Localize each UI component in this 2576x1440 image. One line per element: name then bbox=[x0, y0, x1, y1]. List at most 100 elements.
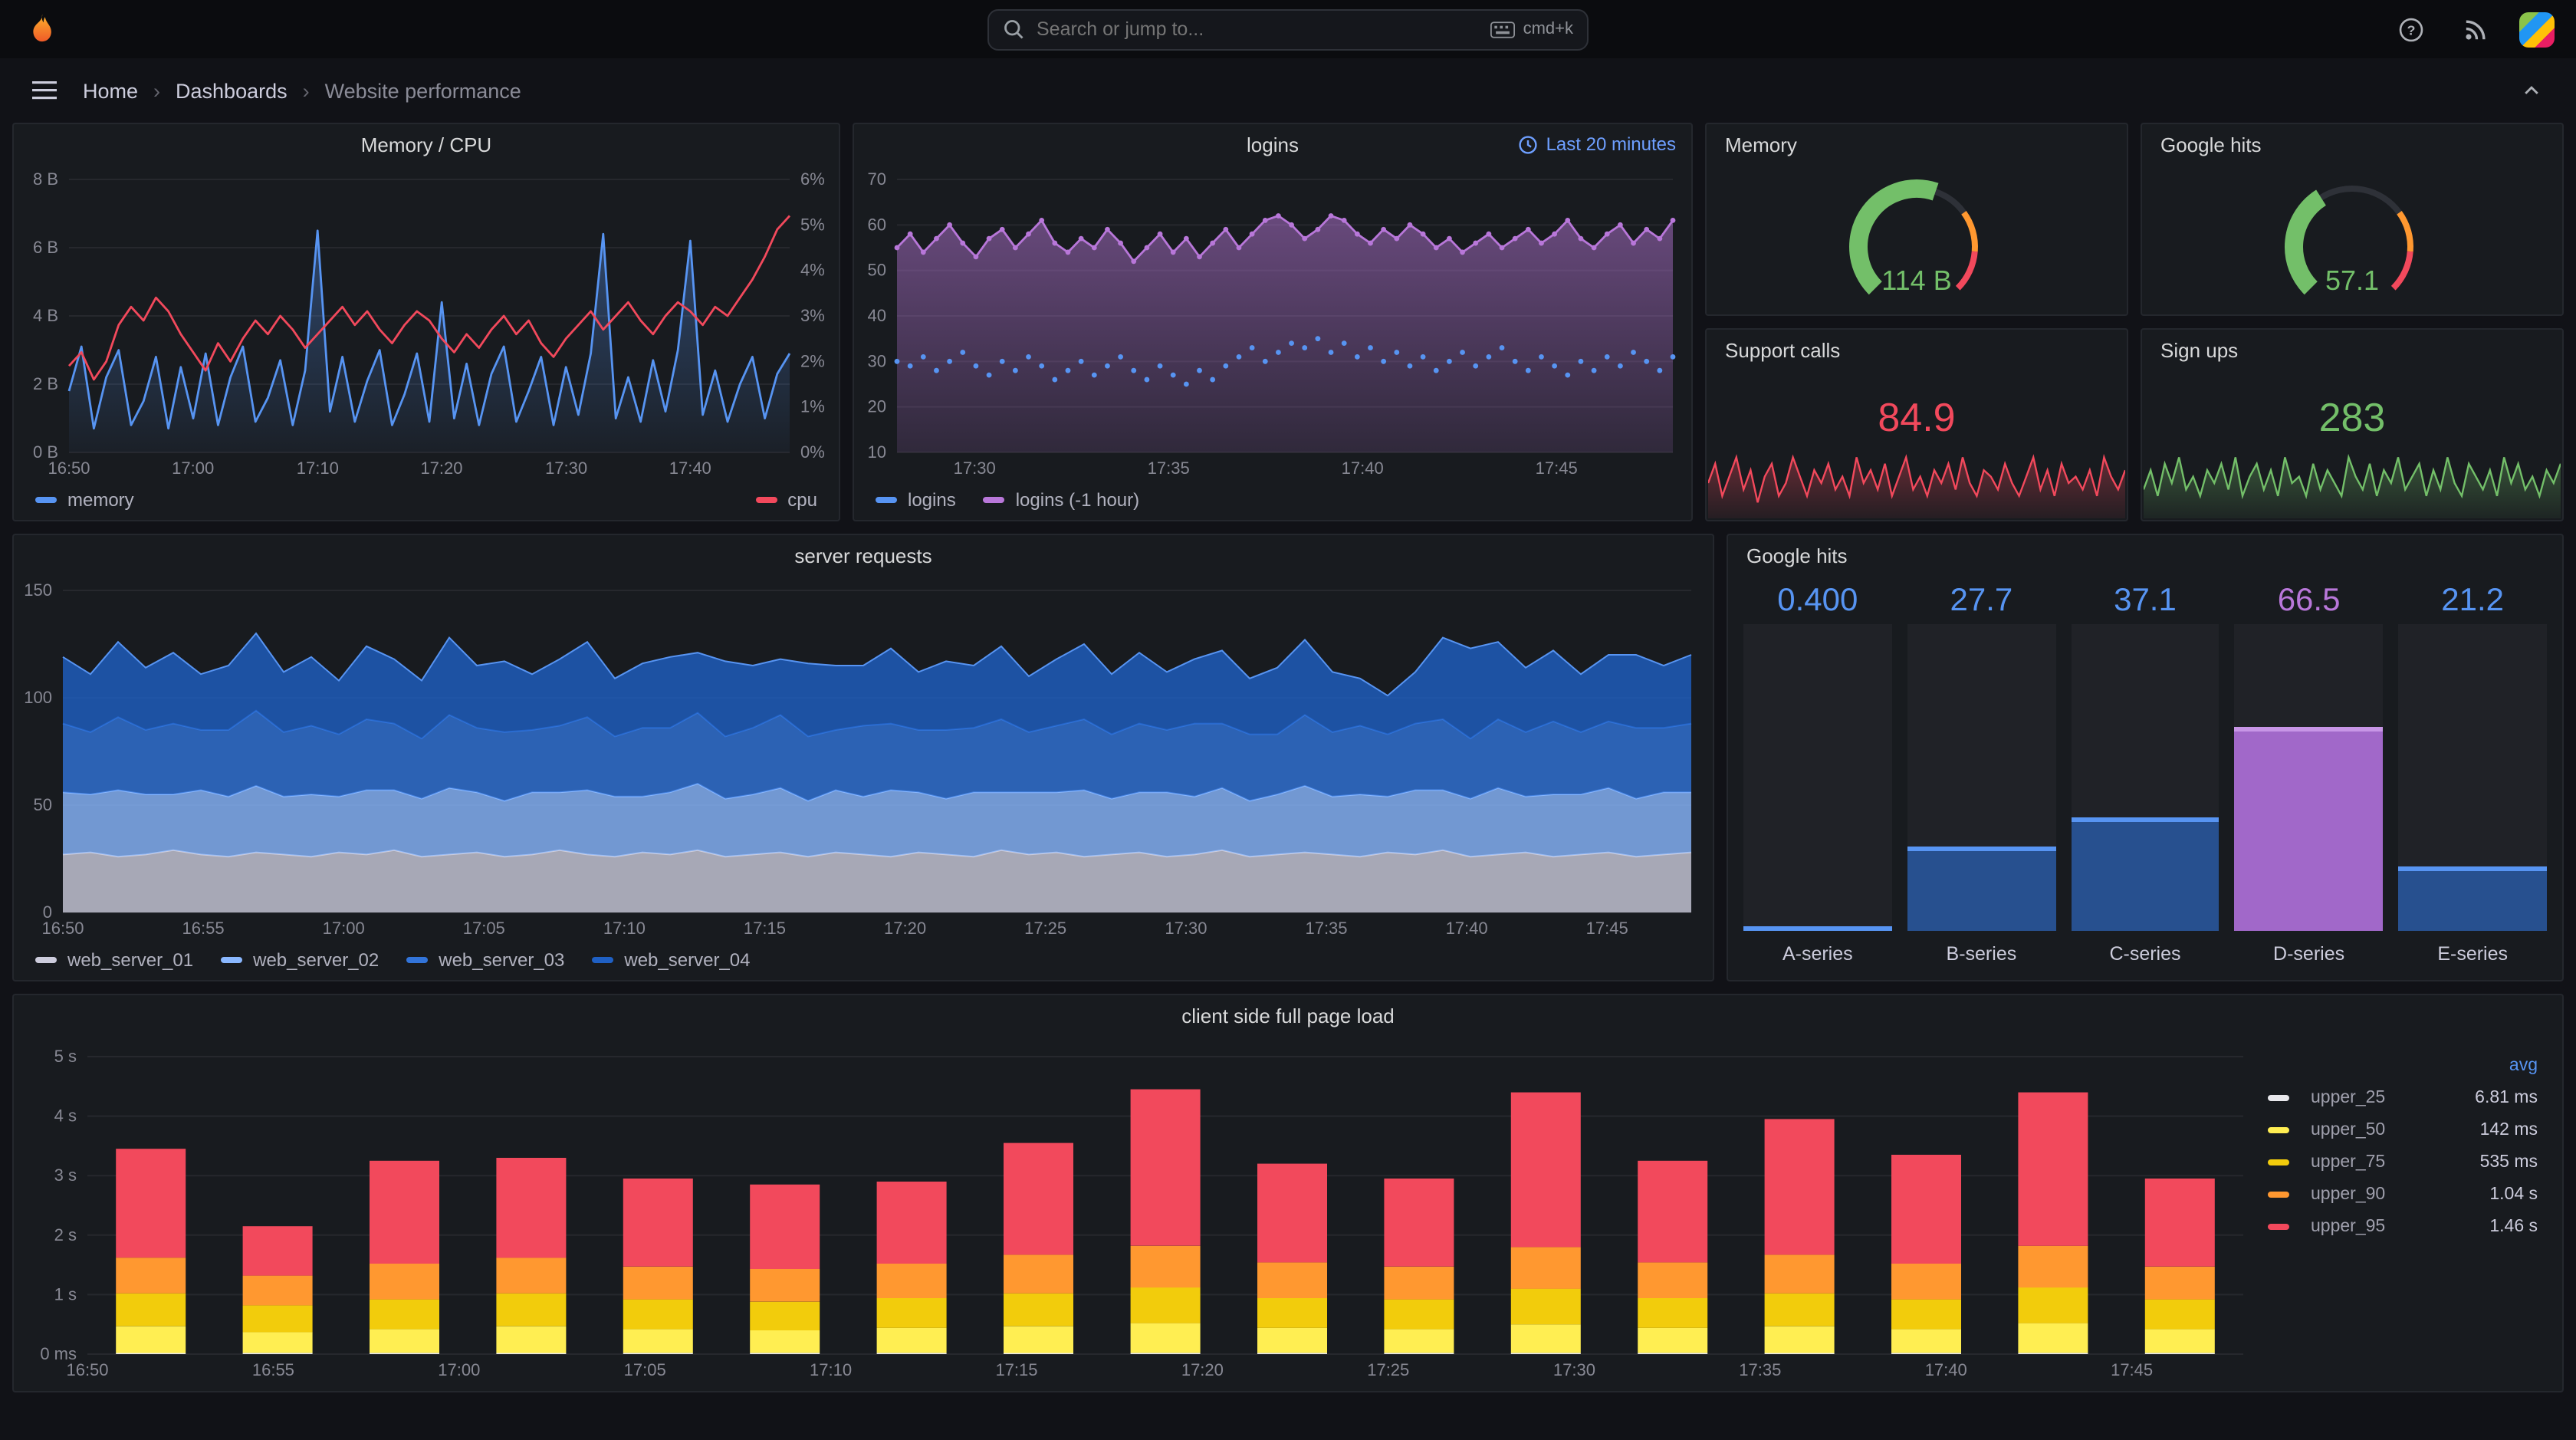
chevron-up-icon[interactable] bbox=[2512, 71, 2551, 110]
legend-item-upper-75[interactable]: upper_75 535 ms bbox=[2268, 1146, 2538, 1178]
legend-item-memory[interactable]: memory bbox=[35, 489, 134, 511]
menu-toggle-icon[interactable] bbox=[25, 71, 64, 110]
bar-gauge-d-series[interactable]: 66.5 D-series bbox=[2234, 578, 2384, 968]
svg-text:17:15: 17:15 bbox=[744, 919, 786, 938]
memory-cpu-chart[interactable]: 0 B2 B4 B6 B8 B0%1%2%3%4%5%6%16:50 17:00 1… bbox=[14, 164, 839, 480]
panel-title-logins[interactable]: logins bbox=[1247, 133, 1299, 156]
bar-track bbox=[1743, 624, 1892, 931]
bar-label: C-series bbox=[2109, 943, 2181, 965]
svg-text:17:10: 17:10 bbox=[297, 459, 339, 478]
legend-label: upper_25 bbox=[2311, 1088, 2386, 1106]
panel-title-google-hits-bars[interactable]: Google hits bbox=[1746, 544, 1848, 567]
bar-gauge-a-series[interactable]: 0.400 A-series bbox=[1743, 578, 1892, 968]
panel-title-server-requests[interactable]: server requests bbox=[794, 544, 932, 567]
mini-column-1: Memory 114 B Support calls 84.9 bbox=[1705, 123, 2128, 521]
bar-track bbox=[2234, 624, 2384, 931]
panel-title-memory[interactable]: Memory bbox=[1725, 133, 1797, 156]
legend-item-cpu[interactable]: cpu bbox=[755, 489, 817, 511]
legend-item-web-server-01[interactable]: web_server_01 bbox=[35, 949, 193, 971]
legend-item-upper-95[interactable]: upper_95 1.46 s bbox=[2268, 1210, 2538, 1242]
svg-text:17:30: 17:30 bbox=[1165, 919, 1207, 938]
bar-track bbox=[2071, 624, 2220, 931]
legend-item-web-server-02[interactable]: web_server_02 bbox=[221, 949, 379, 971]
gauge-value: 57.1 bbox=[2325, 265, 2379, 296]
user-avatar[interactable] bbox=[2519, 12, 2555, 47]
legend-label: upper_75 bbox=[2311, 1152, 2386, 1171]
server-requests-legend: web_server_01 web_server_02 web_server_0… bbox=[14, 940, 1713, 980]
grafana-logo[interactable] bbox=[21, 9, 61, 49]
bar-gauge-b-series[interactable]: 27.7 B-series bbox=[1907, 578, 2056, 968]
support-calls-value: 84.9 bbox=[1878, 394, 1956, 440]
svg-text:70: 70 bbox=[868, 169, 886, 189]
svg-text:20: 20 bbox=[868, 397, 886, 416]
svg-text:17:05: 17:05 bbox=[463, 919, 505, 938]
svg-text:17:30: 17:30 bbox=[954, 459, 996, 478]
series-marker bbox=[221, 957, 243, 963]
bar-value: 21.2 bbox=[2441, 583, 2505, 618]
svg-text:17:10: 17:10 bbox=[810, 1360, 852, 1379]
series-marker bbox=[2268, 1159, 2289, 1165]
memory-cpu-legend: memory cpu bbox=[14, 480, 839, 520]
svg-text:16:55: 16:55 bbox=[182, 919, 225, 938]
keyboard-icon bbox=[1490, 21, 1516, 38]
panel-title-page-load[interactable]: client side full page load bbox=[1181, 1004, 1395, 1027]
memory-gauge-chart[interactable]: 114 B bbox=[1707, 164, 2127, 311]
search-field[interactable] bbox=[1037, 18, 1479, 40]
help-icon[interactable]: ? bbox=[2390, 9, 2430, 49]
news-rss-icon[interactable] bbox=[2455, 9, 2495, 49]
svg-text:6 B: 6 B bbox=[33, 238, 58, 257]
legend-item-upper-50[interactable]: upper_50 142 ms bbox=[2268, 1113, 2538, 1146]
breadcrumb-home[interactable]: Home bbox=[83, 79, 138, 102]
svg-text:17:40: 17:40 bbox=[1446, 919, 1488, 938]
shortcut-badge: cmd+k bbox=[1490, 20, 1573, 38]
svg-text:17:05: 17:05 bbox=[624, 1360, 666, 1379]
panel-title-sign-ups[interactable]: Sign ups bbox=[2160, 338, 2238, 361]
support-calls-sparkline[interactable] bbox=[1708, 442, 2125, 518]
gauge-value: 114 B bbox=[1881, 265, 1951, 296]
legend-item-web-server-03[interactable]: web_server_03 bbox=[406, 949, 564, 971]
svg-text:17:35: 17:35 bbox=[1148, 459, 1190, 478]
breadcrumb-separator: › bbox=[302, 79, 310, 102]
grafana-app: cmd+k ? bbox=[0, 0, 2576, 1440]
legend-item-logins-1hour[interactable]: logins (-1 hour) bbox=[983, 489, 1139, 511]
panel-title-support-calls[interactable]: Support calls bbox=[1725, 338, 1840, 361]
breadcrumb: Home › Dashboards › Website performance bbox=[83, 79, 521, 102]
legend-label: web_server_01 bbox=[67, 949, 194, 971]
panel-title-memory-cpu[interactable]: Memory / CPU bbox=[361, 133, 491, 156]
legend-item-web-server-04[interactable]: web_server_04 bbox=[592, 949, 751, 971]
series-marker bbox=[2268, 1126, 2289, 1133]
panel-server-requests: server requests 0 50 100 150 16:50 16:55 17:00… bbox=[12, 534, 1714, 981]
svg-text:4%: 4% bbox=[800, 261, 825, 280]
page-load-chart[interactable]: 0 ms1 s2 s3 s4 s5 s16:50 16:55 17:00 17:05 1… bbox=[26, 1038, 2252, 1382]
time-range-label[interactable]: Last 20 minutes bbox=[1519, 124, 1676, 164]
legend-avg-header[interactable]: avg bbox=[2268, 1050, 2538, 1081]
breadcrumb-dashboards[interactable]: Dashboards bbox=[176, 79, 288, 102]
panel-page-load: client side full page load 0 ms 1 s2 s3 s… bbox=[12, 994, 2564, 1392]
legend-item-upper-25[interactable]: upper_25 6.81 ms bbox=[2268, 1081, 2538, 1113]
svg-text:5%: 5% bbox=[800, 215, 825, 234]
bar-gauge-e-series[interactable]: 21.2 E-series bbox=[2398, 578, 2547, 968]
sign-ups-sparkline[interactable] bbox=[2144, 442, 2561, 518]
dashboard-grid: Memory / CPU 0 B2 B4 B6 B8 B 0% 1% 2% 3% 4% 5%… bbox=[0, 123, 2576, 1405]
search-input[interactable]: cmd+k bbox=[987, 8, 1589, 50]
legend-value: 1.04 s bbox=[2489, 1185, 2538, 1203]
svg-text:5 s: 5 s bbox=[54, 1047, 77, 1066]
legend-value: 6.81 ms bbox=[2475, 1088, 2538, 1106]
legend-item-logins[interactable]: logins bbox=[876, 489, 956, 511]
panel-title-google-hits[interactable]: Google hits bbox=[2160, 133, 2262, 156]
server-requests-chart[interactable]: 05010015016:50 16:55 17:00 17:05 17:10 17:15 1… bbox=[14, 575, 1710, 940]
legend-label: web_server_02 bbox=[253, 949, 380, 971]
legend-label: cpu bbox=[787, 489, 817, 511]
google-hits-gauge-chart[interactable]: 57.1 bbox=[2142, 164, 2562, 311]
logins-chart[interactable]: 10 20 30 40 50 60 70 17:30 17:35 17:40 17:45 bbox=[854, 164, 1691, 480]
svg-text:?: ? bbox=[2407, 22, 2415, 38]
legend-label: web_server_04 bbox=[624, 949, 751, 971]
svg-text:2 B: 2 B bbox=[33, 374, 58, 393]
bar-gauge-c-series[interactable]: 37.1 C-series bbox=[2071, 578, 2220, 968]
clock-icon bbox=[1519, 135, 1538, 153]
svg-text:17:00: 17:00 bbox=[438, 1360, 480, 1379]
svg-text:10: 10 bbox=[868, 442, 886, 462]
series-marker bbox=[406, 957, 429, 963]
svg-text:16:50: 16:50 bbox=[48, 459, 90, 478]
legend-item-upper-90[interactable]: upper_90 1.04 s bbox=[2268, 1178, 2538, 1210]
